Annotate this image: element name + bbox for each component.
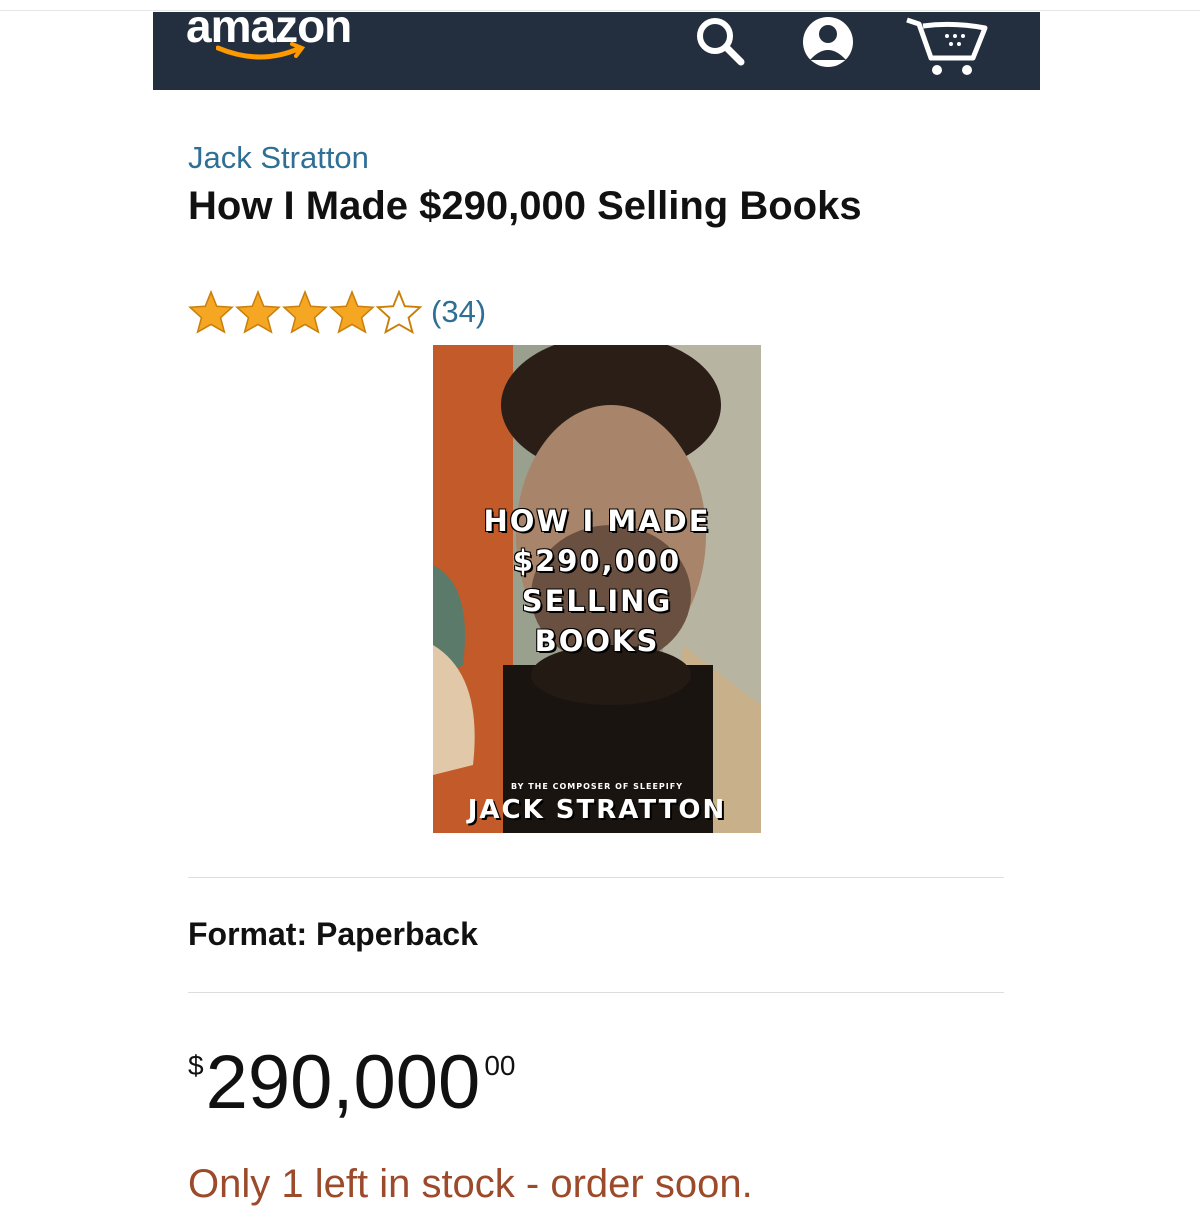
stock-message: Only 1 left in stock - order soon. (188, 1162, 753, 1206)
section-divider (188, 877, 1004, 878)
cover-title: HOW I MADE $290,000 SELLING BOOKS (433, 501, 761, 661)
price: $ 290,000 00 (188, 1038, 515, 1128)
price-currency-symbol: $ (188, 1050, 204, 1081)
top-navbar: amazon (153, 6, 1040, 90)
cover-byline: BY THE COMPOSER OF SLEEPIFY (510, 782, 684, 791)
star-filled-icon (188, 290, 234, 334)
amazon-logo[interactable]: amazon (186, 6, 416, 76)
star-filled-icon (235, 290, 281, 334)
book-cover-image[interactable]: HOW I MADE $290,000 SELLING BOOKS BY THE… (433, 345, 761, 833)
star-filled-icon (329, 290, 375, 334)
price-fraction: 00 (484, 1050, 516, 1081)
section-divider (188, 992, 1004, 993)
star-filled-icon (282, 290, 328, 334)
review-count-link[interactable]: (34) (431, 292, 486, 332)
top-divider (0, 10, 1200, 11)
star-rating (188, 290, 423, 334)
cover-title-line: BOOKS (534, 624, 660, 658)
cart-icon[interactable] (903, 16, 993, 78)
cover-title-line: HOW I MADE (483, 504, 711, 538)
cover-title-line: $290,000 (512, 544, 682, 578)
logo-text: amazon (186, 6, 352, 52)
logo-smile-icon (216, 42, 306, 60)
rating-row[interactable]: (34) (188, 290, 486, 334)
format-label[interactable]: Format: Paperback (188, 916, 478, 953)
product-title: How I Made $290,000 Selling Books (188, 184, 862, 228)
search-icon[interactable] (691, 16, 751, 68)
cover-title-line: SELLING (521, 584, 673, 618)
cover-author: JACK STRATTON (467, 795, 727, 825)
account-icon[interactable] (798, 16, 858, 72)
star-empty-icon (376, 290, 422, 334)
product-page: amazon Jack Stratton How I Made $290,000… (0, 0, 1200, 1222)
author-link[interactable]: Jack Stratton (188, 140, 369, 176)
price-whole: 290,000 (205, 1040, 481, 1125)
